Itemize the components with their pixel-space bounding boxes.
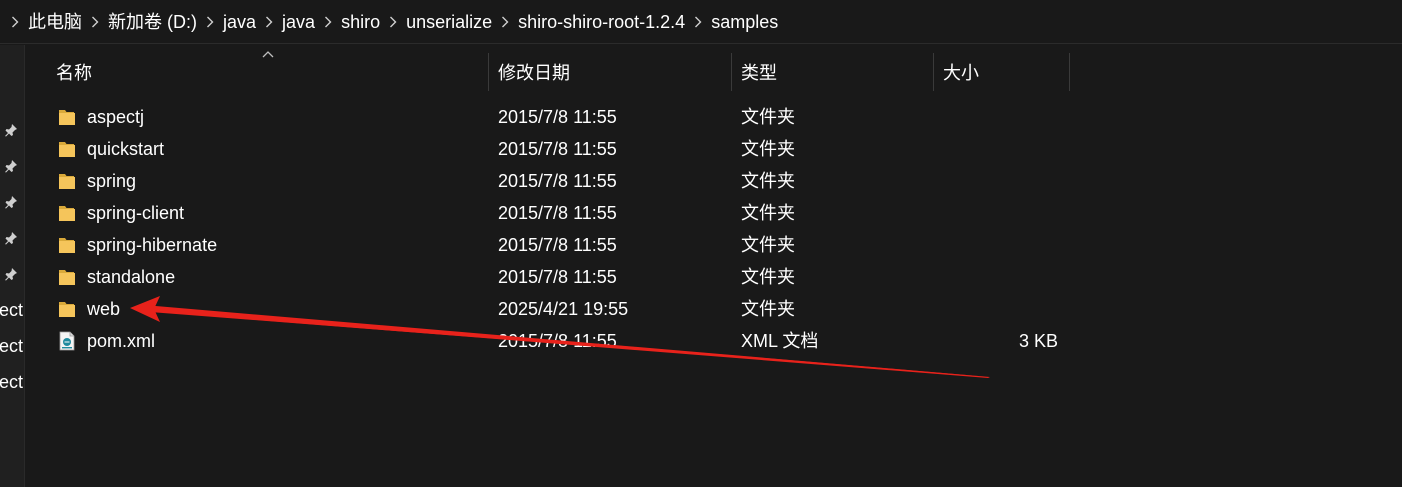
file-row-standalone[interactable]: standalone 2015/7/8 11:55 文件夹	[26, 261, 1402, 293]
nav-item-partial[interactable]: ect	[0, 336, 23, 356]
navigation-pane[interactable]: ect ect ect	[0, 45, 25, 487]
column-divider[interactable]	[1069, 53, 1070, 91]
column-header-name-label: 名称	[56, 63, 92, 83]
file-type: 文件夹	[741, 139, 795, 159]
file-size	[934, 261, 1058, 293]
file-name: quickstart	[87, 139, 165, 159]
folder-icon	[59, 270, 75, 285]
file-name: aspectj	[87, 107, 145, 127]
xml-file-icon	[59, 331, 75, 351]
folder-icon	[59, 206, 75, 221]
chevron-right-icon[interactable]	[315, 0, 341, 44]
file-row-quickstart[interactable]: quickstart 2015/7/8 11:55 文件夹	[26, 133, 1402, 165]
breadcrumb-item-java-sub[interactable]: java	[282, 0, 315, 44]
file-name: spring-client	[87, 203, 185, 223]
column-header-size-label: 大小	[943, 63, 979, 83]
file-size	[934, 101, 1058, 133]
pin-icon[interactable]	[3, 230, 19, 246]
file-size	[934, 165, 1058, 197]
file-type: 文件夹	[741, 203, 795, 223]
file-list-pane[interactable]: 名称 修改日期 类型 大小 aspectj 2015/7/8 11:55 文件夹…	[26, 45, 1402, 487]
pin-icon[interactable]	[3, 122, 19, 138]
file-date: 2015/7/8 11:55	[498, 331, 617, 351]
pin-icon[interactable]	[3, 194, 19, 210]
folder-icon	[59, 142, 75, 157]
file-row-web[interactable]: web 2025/4/21 19:55 文件夹	[26, 293, 1402, 325]
file-type: 文件夹	[741, 299, 795, 319]
column-divider[interactable]	[731, 53, 732, 91]
file-date: 2015/7/8 11:55	[498, 107, 617, 127]
column-header-size[interactable]: 大小	[939, 53, 1069, 91]
file-list: aspectj 2015/7/8 11:55 文件夹 quickstart 20…	[26, 101, 1402, 357]
column-header-type-label: 类型	[741, 63, 777, 83]
address-bar[interactable]: 此电脑 新加卷 (D:) java java shiro unserialize…	[0, 0, 1402, 44]
breadcrumb-item-shiro-root[interactable]: shiro-shiro-root-1.2.4	[518, 0, 685, 44]
breadcrumb-item-java[interactable]: java	[223, 0, 256, 44]
breadcrumb-item-shiro[interactable]: shiro	[341, 0, 380, 44]
chevron-right-icon[interactable]	[492, 0, 518, 44]
column-header-date-label: 修改日期	[498, 63, 570, 83]
breadcrumb-item-unserialize[interactable]: unserialize	[406, 0, 492, 44]
column-divider[interactable]	[933, 53, 934, 91]
chevron-right-icon[interactable]	[256, 0, 282, 44]
pin-icon[interactable]	[3, 266, 19, 282]
file-type: 文件夹	[741, 267, 795, 287]
file-size	[934, 197, 1058, 229]
file-name: pom.xml	[87, 331, 156, 351]
file-type: XML 文档	[741, 331, 819, 351]
chevron-right-icon[interactable]	[380, 0, 406, 44]
column-header-date[interactable]: 修改日期	[494, 53, 732, 91]
folder-icon	[59, 174, 75, 189]
breadcrumb-item-samples[interactable]: samples	[711, 0, 778, 44]
file-name: web	[87, 299, 121, 319]
file-row-spring[interactable]: spring 2015/7/8 11:55 文件夹	[26, 165, 1402, 197]
folder-icon	[59, 302, 75, 317]
file-row-pom-xml[interactable]: pom.xml 2015/7/8 11:55 XML 文档 3 KB	[26, 325, 1402, 357]
column-divider[interactable]	[488, 53, 489, 91]
file-size	[934, 293, 1058, 325]
breadcrumb: 此电脑 新加卷 (D:) java java shiro unserialize…	[0, 0, 778, 43]
folder-icon	[59, 238, 75, 253]
file-size	[934, 229, 1058, 261]
pin-icon[interactable]	[3, 158, 19, 174]
breadcrumb-item-this-pc[interactable]: 此电脑	[28, 0, 82, 44]
nav-item-partial[interactable]: ect	[0, 372, 23, 392]
file-name: spring-hibernate	[87, 235, 218, 255]
file-explorer-window: 此电脑 新加卷 (D:) java java shiro unserialize…	[0, 0, 1402, 487]
file-size: 3 KB	[1018, 331, 1058, 351]
file-date: 2015/7/8 11:55	[498, 235, 617, 255]
file-type: 文件夹	[741, 171, 795, 191]
folder-icon	[59, 110, 75, 125]
file-name: standalone	[87, 267, 176, 287]
chevron-right-icon[interactable]	[197, 0, 223, 44]
file-date: 2015/7/8 11:55	[498, 171, 617, 191]
column-header-name[interactable]: 名称	[52, 53, 492, 91]
file-date: 2015/7/8 11:55	[498, 139, 617, 159]
breadcrumb-item-drive-d[interactable]: 新加卷 (D:)	[108, 0, 197, 44]
chevron-right-icon[interactable]	[685, 0, 711, 44]
file-date: 2015/7/8 11:55	[498, 203, 617, 223]
chevron-right-icon[interactable]	[82, 0, 108, 44]
file-row-spring-client[interactable]: spring-client 2015/7/8 11:55 文件夹	[26, 197, 1402, 229]
file-type: 文件夹	[741, 107, 795, 127]
file-row-spring-hibernate[interactable]: spring-hibernate 2015/7/8 11:55 文件夹	[26, 229, 1402, 261]
chevron-right-icon[interactable]	[2, 0, 28, 44]
nav-item-partial[interactable]: ect	[0, 300, 23, 320]
file-date: 2025/4/21 19:55	[498, 299, 629, 319]
file-date: 2015/7/8 11:55	[498, 267, 617, 287]
file-row-aspectj[interactable]: aspectj 2015/7/8 11:55 文件夹	[26, 101, 1402, 133]
file-name: spring	[87, 171, 137, 191]
file-type: 文件夹	[741, 235, 795, 255]
file-size	[934, 133, 1058, 165]
column-header-type[interactable]: 类型	[737, 53, 933, 91]
column-header-row: 名称 修改日期 类型 大小	[26, 45, 1402, 93]
